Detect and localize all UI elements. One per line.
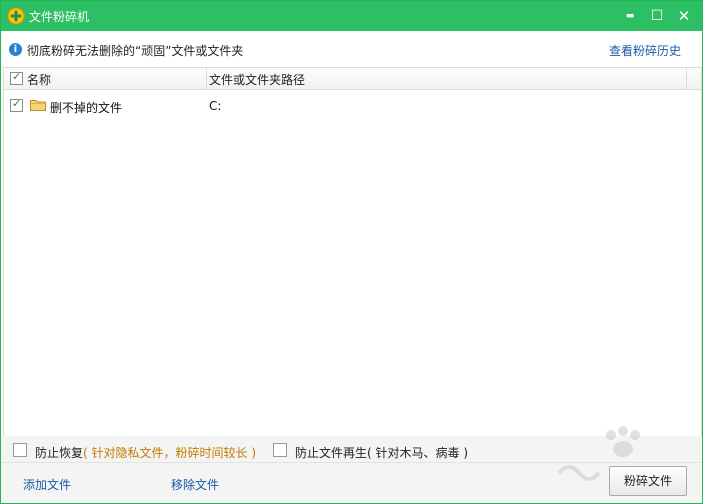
prevent-recovery-checkbox[interactable] [13, 443, 27, 457]
close-button[interactable]: ✕ [673, 5, 695, 27]
title-bar[interactable]: 文件粉碎机 ▬ ☐ ✕ [1, 1, 702, 31]
remove-file-link[interactable]: 移除文件 [171, 476, 219, 493]
watermark-logo [557, 426, 640, 481]
prevent-regeneration-checkbox[interactable] [273, 443, 287, 457]
prevent-recovery-note: ( 针对隐私文件，粉碎时间较长 ) [83, 446, 257, 460]
file-path-cell: C: [209, 99, 222, 113]
column-header-path[interactable]: 文件或文件夹路径 [209, 71, 305, 88]
app-logo-icon [7, 7, 25, 25]
row-checkbox[interactable]: ✓ [10, 97, 23, 112]
prevent-regeneration-label: 防止文件再生 [295, 446, 368, 460]
table-row[interactable]: ✓ 删不掉的文件 C: [4, 95, 701, 117]
prevent-recovery-label: 防止恢复 [35, 446, 84, 460]
file-list-table: ✓ 名称 文件或文件夹路径 ✓ 删不掉的文件 C: [3, 67, 702, 437]
maximize-button[interactable]: ☐ [646, 5, 668, 27]
column-header-name[interactable]: 名称 [27, 71, 51, 88]
column-divider[interactable] [206, 68, 207, 89]
window-title: 文件粉碎机 [29, 10, 90, 24]
add-file-link[interactable]: 添加文件 [23, 476, 71, 493]
column-divider[interactable] [686, 68, 687, 89]
info-text: 彻底粉碎无法删除的“顽固”文件或文件夹 [27, 44, 244, 58]
table-header: ✓ 名称 文件或文件夹路径 [4, 68, 701, 90]
folder-icon [30, 100, 46, 111]
check-icon: ✓ [12, 70, 22, 83]
file-name-cell: 删不掉的文件 [50, 101, 123, 115]
info-icon: i [9, 43, 22, 56]
minimize-button[interactable]: ▬ [619, 5, 641, 27]
info-bar: i 彻底粉碎无法删除的“顽固”文件或文件夹 查看粉碎历史 [1, 31, 702, 67]
prevent-regeneration-option[interactable]: 防止文件再生( 针对木马、病毒 ) [295, 444, 468, 461]
view-shred-history-link[interactable]: 查看粉碎历史 [609, 42, 681, 59]
prevent-recovery-option[interactable]: 防止恢复( 针对隐私文件，粉碎时间较长 ) [35, 444, 256, 461]
file-shredder-window: 文件粉碎机 ▬ ☐ ✕ i 彻底粉碎无法删除的“顽固”文件或文件夹 查看粉碎历史… [0, 0, 703, 504]
prevent-regeneration-note: ( 针对木马、病毒 ) [367, 446, 469, 460]
select-all-checkbox[interactable]: ✓ [10, 70, 23, 85]
check-icon: ✓ [12, 97, 22, 110]
